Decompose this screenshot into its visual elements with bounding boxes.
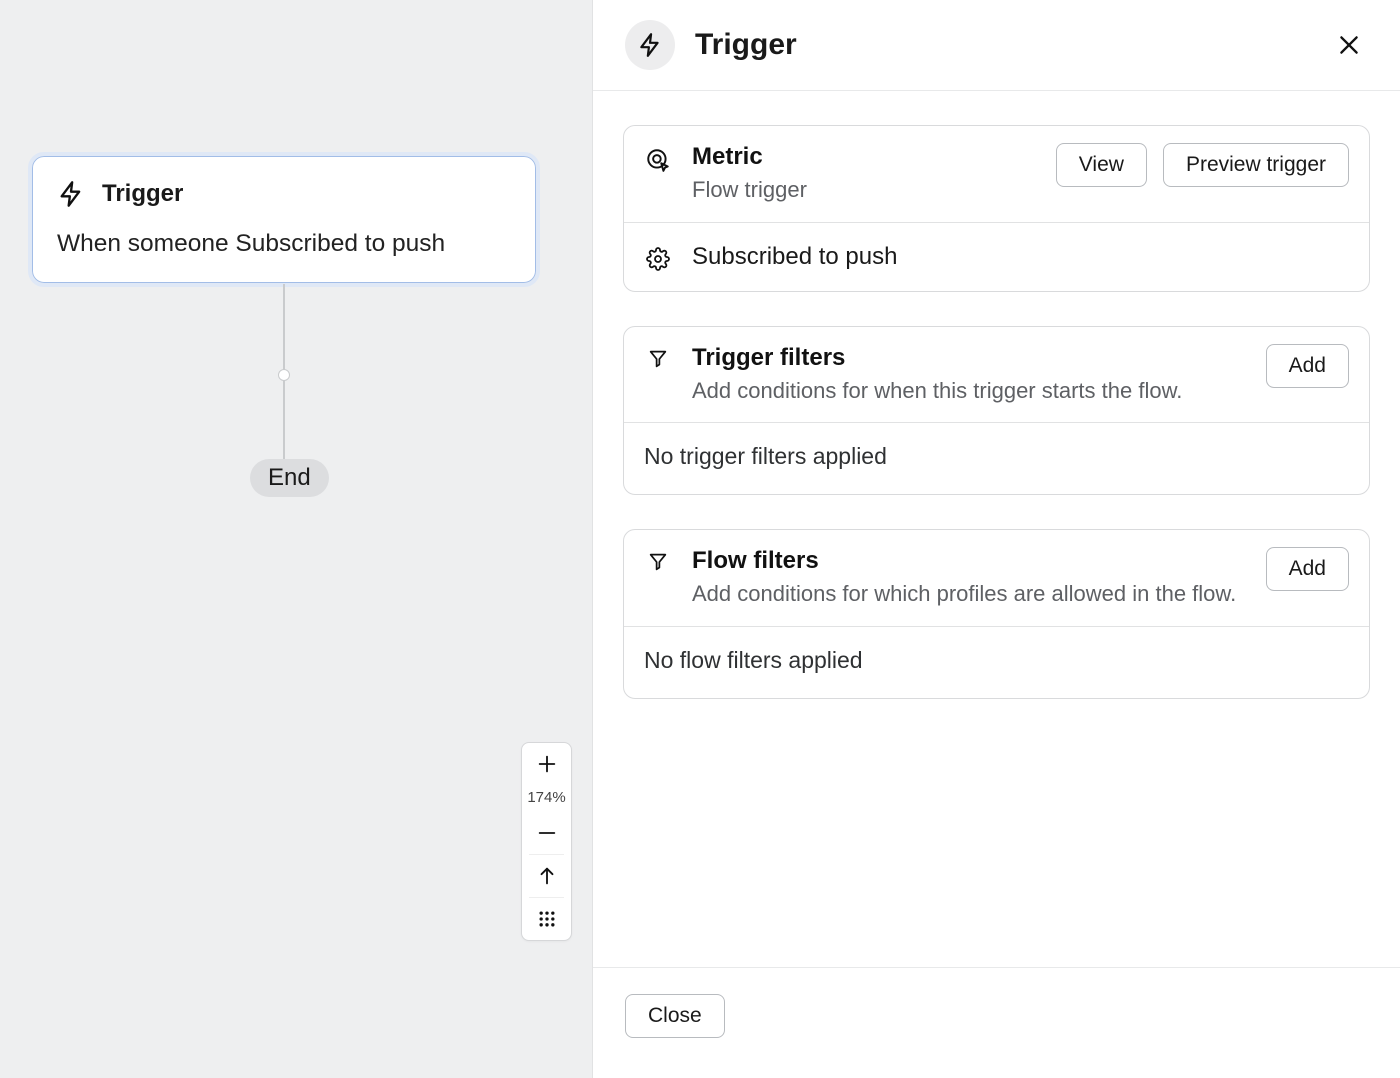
metric-title: Metric (692, 143, 1036, 171)
grid-menu-button[interactable] (522, 898, 571, 940)
flow-filters-subtitle: Add conditions for which profiles are al… (692, 579, 1246, 609)
flow-filters-card: Flow filters Add conditions for which pr… (623, 529, 1370, 699)
target-click-icon (644, 147, 672, 173)
panel-title: Trigger (695, 28, 1310, 62)
trigger-node-desc: When someone Subscribed to push (57, 230, 511, 258)
zoom-out-button[interactable] (522, 812, 571, 854)
gear-icon (644, 247, 672, 271)
zoom-in-button[interactable] (522, 743, 571, 785)
bolt-icon (57, 180, 85, 208)
trigger-node[interactable]: Trigger When someone Subscribed to push (32, 156, 536, 283)
panel-footer: Close (593, 967, 1400, 1078)
trigger-filters-subtitle: Add conditions for when this trigger sta… (692, 376, 1246, 406)
end-node[interactable]: End (250, 459, 329, 497)
metric-card: Metric Flow trigger View Preview trigger… (623, 125, 1370, 292)
filter-icon (644, 551, 672, 573)
close-button[interactable]: Close (625, 994, 725, 1038)
bolt-icon (625, 20, 675, 70)
flow-filters-title: Flow filters (692, 547, 1246, 575)
flow-filters-status: No flow filters applied (624, 626, 1369, 698)
add-flow-filter-button[interactable]: Add (1266, 547, 1349, 591)
metric-subtitle: Flow trigger (692, 175, 1036, 205)
trigger-filters-status: No trigger filters applied (624, 422, 1369, 494)
panel-header: Trigger (593, 0, 1400, 91)
trigger-filters-card: Trigger filters Add conditions for when … (623, 326, 1370, 496)
close-icon[interactable] (1330, 26, 1368, 64)
filter-icon (644, 348, 672, 370)
zoom-level: 174% (527, 785, 565, 812)
add-trigger-filter-button[interactable]: Add (1266, 344, 1349, 388)
trigger-config-panel: Trigger Metric Flow trigger View (593, 0, 1400, 1078)
trigger-node-title: Trigger (102, 180, 183, 208)
flow-connector-handle[interactable] (278, 369, 290, 381)
trigger-filters-title: Trigger filters (692, 344, 1246, 372)
fit-view-button[interactable] (522, 855, 571, 897)
preview-trigger-button[interactable]: Preview trigger (1163, 143, 1349, 187)
view-button[interactable]: View (1056, 143, 1147, 187)
metric-value: Subscribed to push (692, 243, 897, 271)
zoom-controls: 174% (521, 742, 572, 941)
flow-canvas[interactable]: Trigger When someone Subscribed to push … (0, 0, 593, 1078)
